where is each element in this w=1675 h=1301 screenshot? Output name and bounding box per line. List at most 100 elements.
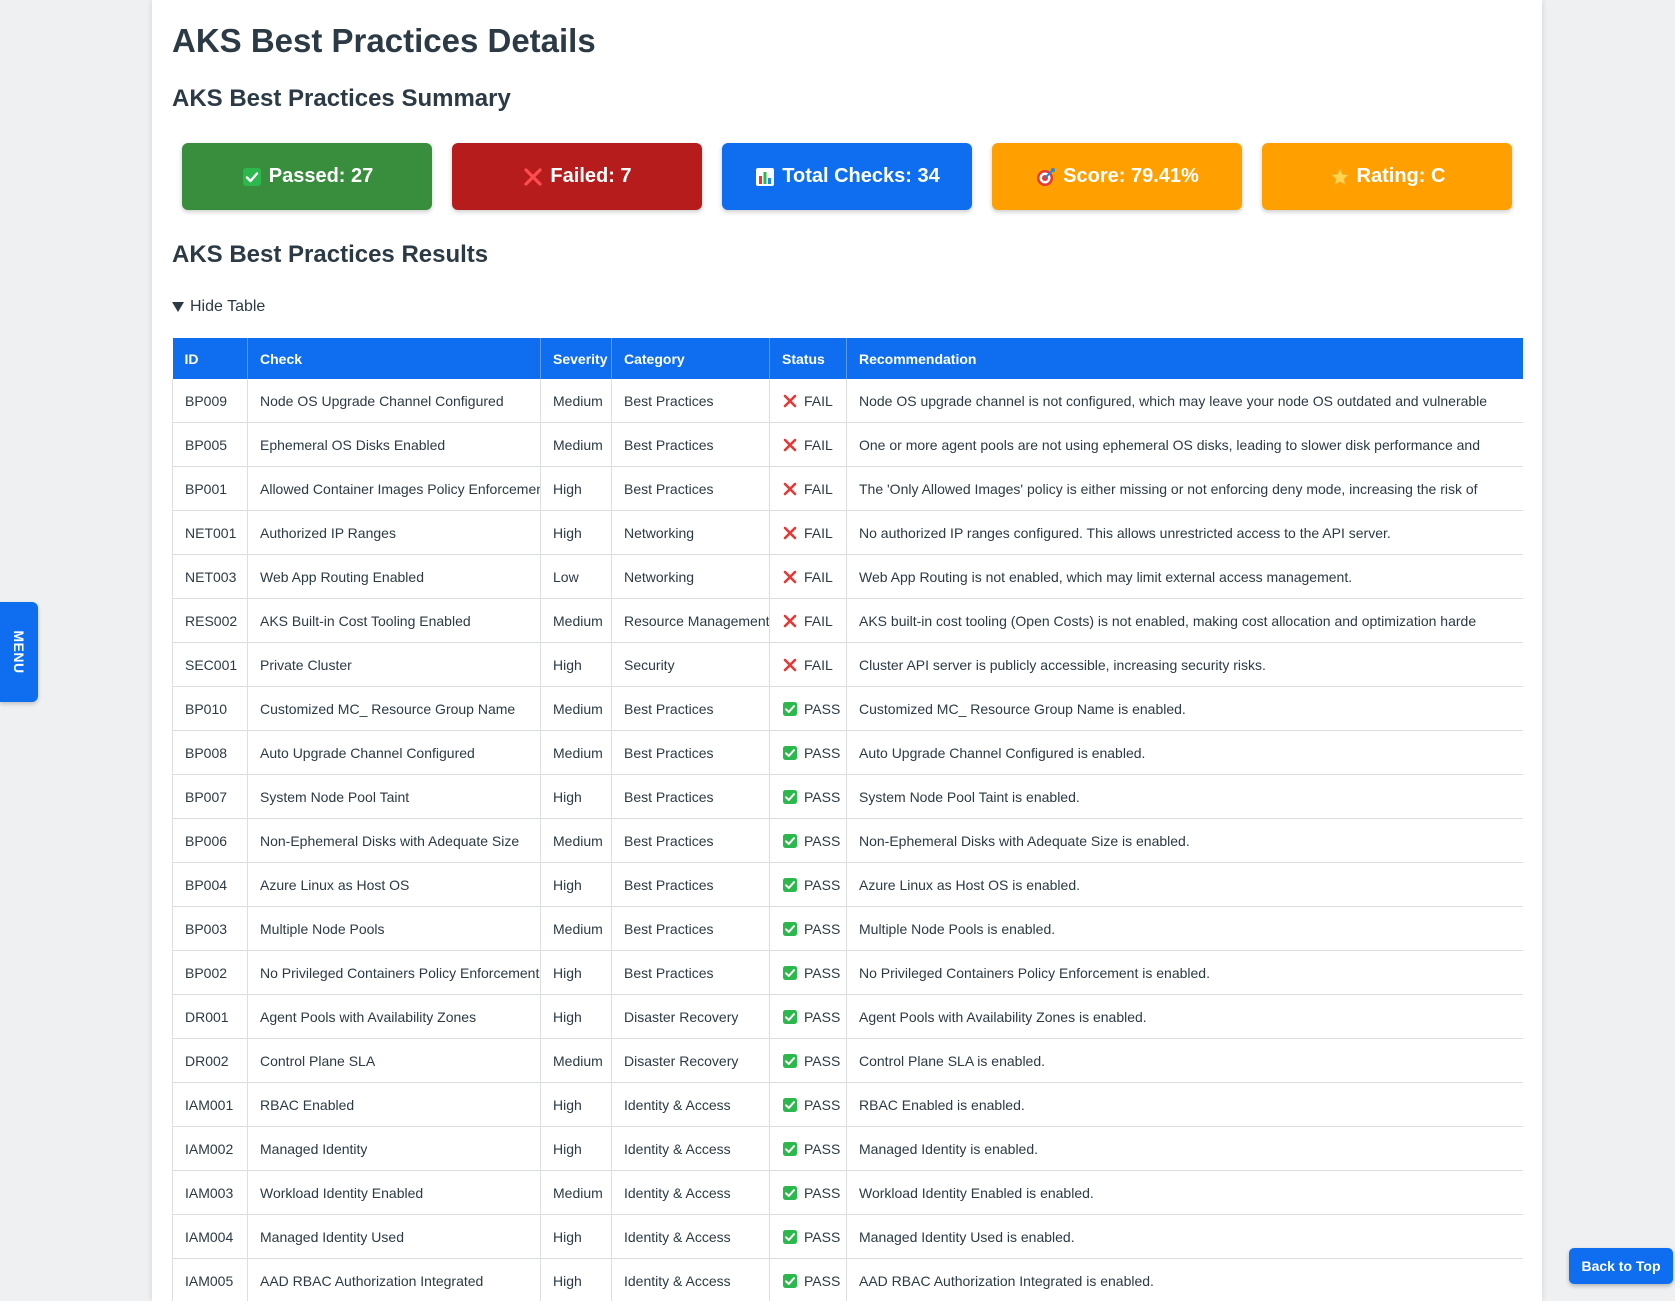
cell-recommendation: The 'Only Allowed Images' policy is eith… xyxy=(846,466,1523,511)
column-header-severity[interactable]: Severity xyxy=(540,338,612,379)
cell-category: Best Practices xyxy=(611,422,770,467)
cell-check: Azure Linux as Host OS xyxy=(247,862,541,907)
column-header-id[interactable]: ID xyxy=(172,338,248,379)
failed-card[interactable]: Failed: 7 xyxy=(452,143,702,210)
triangle-down-icon xyxy=(172,302,184,312)
status-indicator: PASS xyxy=(782,833,840,849)
cross-icon xyxy=(782,481,798,497)
table-row: BP002 No Privileged Containers Policy Enf… xyxy=(172,950,1523,995)
back-to-top-button[interactable]: Back to Top xyxy=(1569,1248,1673,1284)
cross-icon xyxy=(522,166,544,188)
results-heading: AKS Best Practices Results xyxy=(172,241,489,268)
score-label: Score: 79.41% xyxy=(1063,165,1199,187)
menu-tab[interactable]: MENU xyxy=(0,602,38,702)
cell-id: RES002 xyxy=(172,598,248,643)
cell-check: Workload Identity Enabled xyxy=(247,1170,541,1215)
cell-status: FAIL xyxy=(769,422,847,467)
status-indicator: FAIL xyxy=(782,437,834,453)
column-header-recommendation[interactable]: Recommendation xyxy=(846,338,1523,379)
table-row: IAM005 AAD RBAC Authorization Integrated H… xyxy=(172,1258,1523,1301)
table-row: SEC001 Private Cluster High Security FAIL Clu… xyxy=(172,642,1523,687)
status-indicator: PASS xyxy=(782,789,840,805)
cell-check: AKS Built-in Cost Tooling Enabled xyxy=(247,598,541,643)
cell-id: IAM004 xyxy=(172,1214,248,1259)
rating-label: Rating: C xyxy=(1356,165,1446,187)
cell-recommendation: No Privileged Containers Policy Enforcem… xyxy=(846,950,1523,995)
cell-category: Identity & Access xyxy=(611,1214,770,1259)
bar-chart-icon xyxy=(754,166,776,188)
cell-recommendation: Node OS upgrade channel is not configure… xyxy=(846,379,1523,423)
table-row: RES002 AKS Built-in Cost Tooling Enabled M… xyxy=(172,598,1523,643)
hide-table-label: Hide Table xyxy=(190,298,266,315)
cell-recommendation: Agent Pools with Availability Zones is e… xyxy=(846,994,1523,1039)
status-indicator: PASS xyxy=(782,1273,840,1289)
cell-status: PASS xyxy=(769,862,847,907)
status-indicator: FAIL xyxy=(782,481,834,497)
cell-status: PASS xyxy=(769,818,847,863)
status-text: PASS xyxy=(804,964,841,981)
status-text: PASS xyxy=(804,876,841,893)
cell-id: BP009 xyxy=(172,379,248,423)
score-card[interactable]: Score: 79.41% xyxy=(992,143,1242,210)
cell-severity: Medium xyxy=(540,1170,612,1215)
cell-recommendation: Control Plane SLA is enabled. xyxy=(846,1038,1523,1083)
table-row: BP004 Azure Linux as Host OS High Best Prac… xyxy=(172,862,1523,907)
cell-id: DR001 xyxy=(172,994,248,1039)
cell-id: IAM003 xyxy=(172,1170,248,1215)
cell-severity: Medium xyxy=(540,379,612,423)
cell-status: FAIL xyxy=(769,554,847,599)
status-text: PASS xyxy=(804,1272,841,1289)
status-indicator: PASS xyxy=(782,921,840,937)
cell-status: PASS xyxy=(769,950,847,995)
cell-recommendation: RBAC Enabled is enabled. xyxy=(846,1082,1523,1127)
cell-id: NET001 xyxy=(172,510,248,555)
passed-card[interactable]: Passed: 27 xyxy=(182,143,432,210)
check-box-icon xyxy=(782,877,798,893)
status-text: FAIL xyxy=(804,524,833,541)
cell-recommendation: Managed Identity is enabled. xyxy=(846,1126,1523,1171)
status-text: PASS xyxy=(804,700,841,717)
results-table-container[interactable]: ID Check Severity Category Status Recomm… xyxy=(172,338,1523,1301)
cell-category: Best Practices xyxy=(611,379,770,423)
cell-check: Authorized IP Ranges xyxy=(247,510,541,555)
status-text: FAIL xyxy=(804,436,833,453)
cell-severity: Low xyxy=(540,554,612,599)
cell-status: FAIL xyxy=(769,466,847,511)
cell-status: PASS xyxy=(769,1170,847,1215)
cell-recommendation: No authorized IP ranges configured. This… xyxy=(846,510,1523,555)
status-text: PASS xyxy=(804,832,841,849)
cross-icon xyxy=(782,657,798,673)
column-header-check[interactable]: Check xyxy=(247,338,541,379)
status-indicator: PASS xyxy=(782,1141,840,1157)
table-row: IAM001 RBAC Enabled High Identity & Access P… xyxy=(172,1082,1523,1127)
check-box-icon xyxy=(782,1273,798,1289)
cell-id: BP005 xyxy=(172,422,248,467)
cell-id: BP008 xyxy=(172,730,248,775)
cell-status: FAIL xyxy=(769,642,847,687)
cell-category: Best Practices xyxy=(611,950,770,995)
rating-card[interactable]: Rating: C xyxy=(1262,143,1512,210)
cell-status: PASS xyxy=(769,686,847,731)
cell-category: Identity & Access xyxy=(611,1082,770,1127)
status-indicator: FAIL xyxy=(782,569,834,585)
cell-status: PASS xyxy=(769,994,847,1039)
column-header-category[interactable]: Category xyxy=(611,338,770,379)
cell-recommendation: Non-Ephemeral Disks with Adequate Size i… xyxy=(846,818,1523,863)
cell-id: DR002 xyxy=(172,1038,248,1083)
cell-check: Managed Identity Used xyxy=(247,1214,541,1259)
cell-check: Node OS Upgrade Channel Configured xyxy=(247,379,541,423)
cell-severity: Medium xyxy=(540,598,612,643)
status-indicator: FAIL xyxy=(782,657,834,673)
total-checks-card[interactable]: Total Checks: 34 xyxy=(722,143,972,210)
cell-status: FAIL xyxy=(769,379,847,423)
column-header-status[interactable]: Status xyxy=(769,338,847,379)
cell-recommendation: AKS built-in cost tooling (Open Costs) i… xyxy=(846,598,1523,643)
cell-severity: High xyxy=(540,1214,612,1259)
hide-table-toggle[interactable]: Hide Table xyxy=(172,298,265,316)
status-text: PASS xyxy=(804,920,841,937)
failed-label: Failed: 7 xyxy=(550,165,632,187)
cell-check: Auto Upgrade Channel Configured xyxy=(247,730,541,775)
cell-severity: High xyxy=(540,1126,612,1171)
check-box-icon xyxy=(782,1141,798,1157)
status-indicator: PASS xyxy=(782,1053,840,1069)
